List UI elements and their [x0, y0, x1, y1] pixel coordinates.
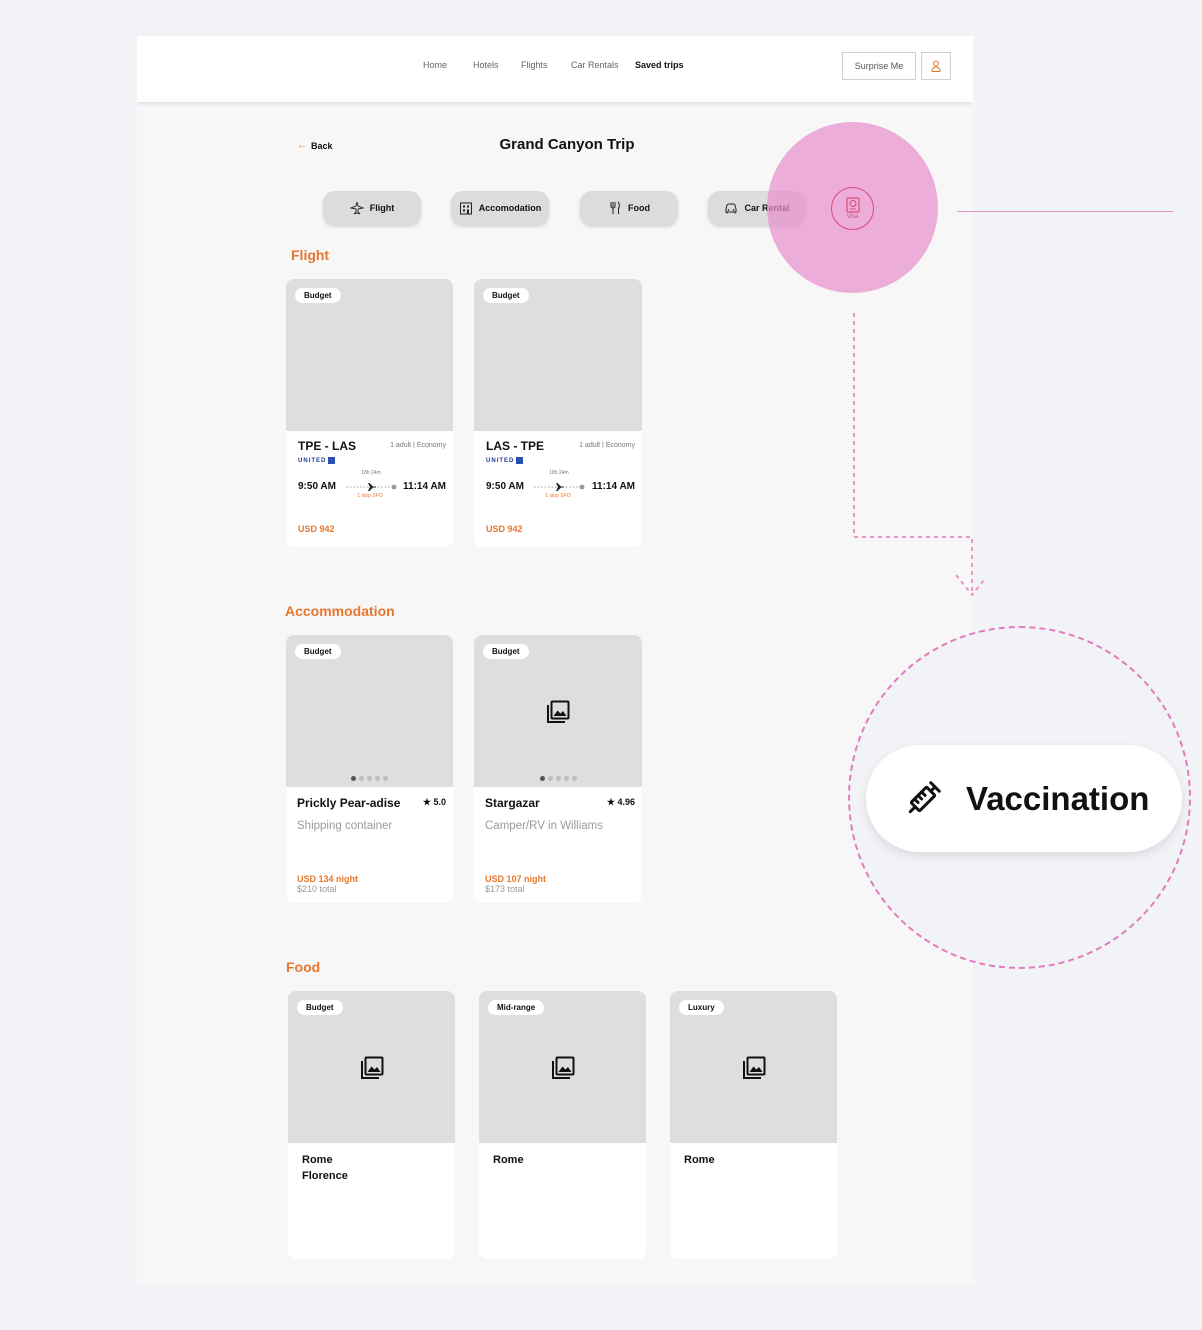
flight-price: USD 942: [486, 524, 523, 534]
food-location-line: Rome: [684, 1154, 715, 1166]
user-icon: [931, 60, 941, 72]
stay-rating-value: 4.96: [617, 797, 635, 807]
flight-duration: 18h 24m: [361, 470, 381, 476]
flight-path-icon: [534, 483, 585, 491]
stay-total-price: $210 total: [297, 884, 337, 894]
budget-badge: Budget: [483, 644, 529, 659]
surprise-me-button[interactable]: Surprise Me: [842, 52, 916, 80]
tab-accomodation-label: Accomodation: [478, 203, 542, 213]
back-link[interactable]: ← Back: [297, 140, 333, 151]
nav-car-rentals[interactable]: Car Rentals: [571, 60, 619, 70]
food-location-line: Florence: [302, 1170, 348, 1182]
nav-hotels[interactable]: Hotels: [473, 60, 499, 70]
airline-logo: UNITED: [298, 457, 336, 464]
airplane-icon: [349, 201, 364, 215]
stay-type: Camper/RV in Williams: [485, 820, 604, 832]
section-title-food: Food: [286, 959, 321, 975]
arrow-left-icon: ←: [297, 140, 307, 151]
image-gallery-icon: [360, 1056, 383, 1079]
food-location-line: Rome: [493, 1154, 524, 1166]
airline-name: UNITED: [486, 457, 515, 464]
budget-badge: Budget: [295, 644, 341, 659]
stay-night-price: USD 134 night: [297, 874, 359, 884]
star-icon: ★: [606, 797, 615, 807]
luxury-badge: Luxury: [679, 1000, 724, 1015]
annotation-connector: [853, 313, 985, 597]
food-card[interactable]: Budget Rome Florence: [288, 991, 455, 1259]
image-gallery-icon: [551, 1056, 574, 1079]
stay-name: Prickly Pear-adise: [297, 796, 401, 810]
flight-card[interactable]: Budget LAS - TPE 1 adult | Economy UNITE…: [474, 279, 642, 547]
stay-name: Stargazar: [485, 796, 540, 810]
budget-badge: Budget: [295, 288, 341, 303]
section-title-accommodation: Accommodation: [285, 603, 395, 619]
stay-total-price: $173 total: [485, 884, 525, 894]
tab-food-label: Food: [628, 203, 650, 213]
flight-duration: 18h 24m: [549, 470, 569, 476]
star-icon: ★: [422, 797, 431, 807]
back-label: Back: [311, 140, 333, 151]
food-card[interactable]: Luxury Rome: [670, 991, 837, 1259]
airline-logo: UNITED: [486, 457, 524, 464]
arrival-time: 11:14 AM: [403, 481, 446, 492]
stay-night-price: USD 107 night: [485, 874, 547, 884]
airline-name: UNITED: [298, 457, 327, 464]
carousel-dots[interactable]: [286, 776, 453, 781]
tab-food[interactable]: Food: [580, 191, 678, 225]
image-gallery-icon: [547, 700, 570, 723]
mid-range-badge: Mid-range: [488, 1000, 545, 1015]
food-location: Rome Florence: [302, 1152, 348, 1184]
syringe-icon: [908, 780, 941, 813]
stay-rating: ★ 4.96: [607, 797, 635, 808]
departure-time: 9:50 AM: [486, 481, 524, 492]
flight-card[interactable]: Budget TPE - LAS 1 adult | Economy UNITE…: [286, 279, 453, 547]
annotation-line: [957, 211, 1173, 212]
stay-card[interactable]: Budget Prickly Pear-adise ★ 5.0 Shipping…: [286, 635, 453, 903]
stay-card[interactable]: Budget Stargazar ★ 4.96 Camper/RV in Wil…: [474, 635, 642, 903]
nav-saved-trips[interactable]: Saved trips: [635, 60, 684, 70]
carousel-dots[interactable]: [474, 776, 642, 781]
page-title: Grand Canyon Trip: [499, 136, 635, 153]
top-navigation: Home Hotels Flights Car Rentals Saved tr…: [137, 36, 973, 102]
budget-badge: Budget: [483, 288, 529, 303]
visa-tab[interactable]: Visa: [831, 187, 874, 230]
tab-accomodation[interactable]: Accomodation: [451, 191, 549, 225]
food-location-line: Rome: [302, 1154, 333, 1166]
flight-price: USD 942: [298, 524, 335, 534]
image-gallery-icon: [742, 1056, 765, 1079]
flight-route: LAS - TPE: [486, 439, 545, 453]
budget-badge: Budget: [297, 1000, 343, 1015]
departure-time: 9:50 AM: [298, 481, 336, 492]
passenger-class: 1 adult | Economy: [579, 442, 635, 449]
arrival-time: 11:14 AM: [592, 481, 635, 492]
section-title-flight: Flight: [291, 247, 330, 263]
flight-stops: 1 stop SFO: [545, 493, 571, 499]
stay-rating-value: 5.0: [433, 797, 446, 807]
building-icon: [459, 202, 472, 215]
tab-flight[interactable]: Flight: [323, 191, 421, 225]
nav-flights[interactable]: Flights: [521, 60, 548, 70]
food-location: Rome: [493, 1152, 524, 1168]
flight-route: TPE - LAS: [298, 439, 357, 453]
car-icon: [725, 203, 737, 214]
profile-button[interactable]: [921, 52, 951, 80]
nav-home[interactable]: Home: [423, 60, 447, 70]
food-card[interactable]: Mid-range Rome: [479, 991, 646, 1259]
passenger-class: 1 adult | Economy: [390, 442, 446, 449]
food-location: Rome: [684, 1152, 715, 1168]
flight-stops: 1 stop SFO: [357, 493, 383, 499]
stay-type: Shipping container: [297, 820, 393, 832]
utensils-icon: [610, 201, 620, 214]
visa-label: Visa: [846, 214, 859, 220]
vaccination-label: Vaccination: [966, 779, 1150, 817]
flight-path-icon: [346, 483, 397, 491]
vaccination-tab[interactable]: Vaccination: [866, 745, 1182, 852]
stay-rating: ★ 5.0: [423, 797, 446, 808]
tab-flight-label: Flight: [369, 203, 395, 213]
passport-icon: [845, 197, 860, 213]
